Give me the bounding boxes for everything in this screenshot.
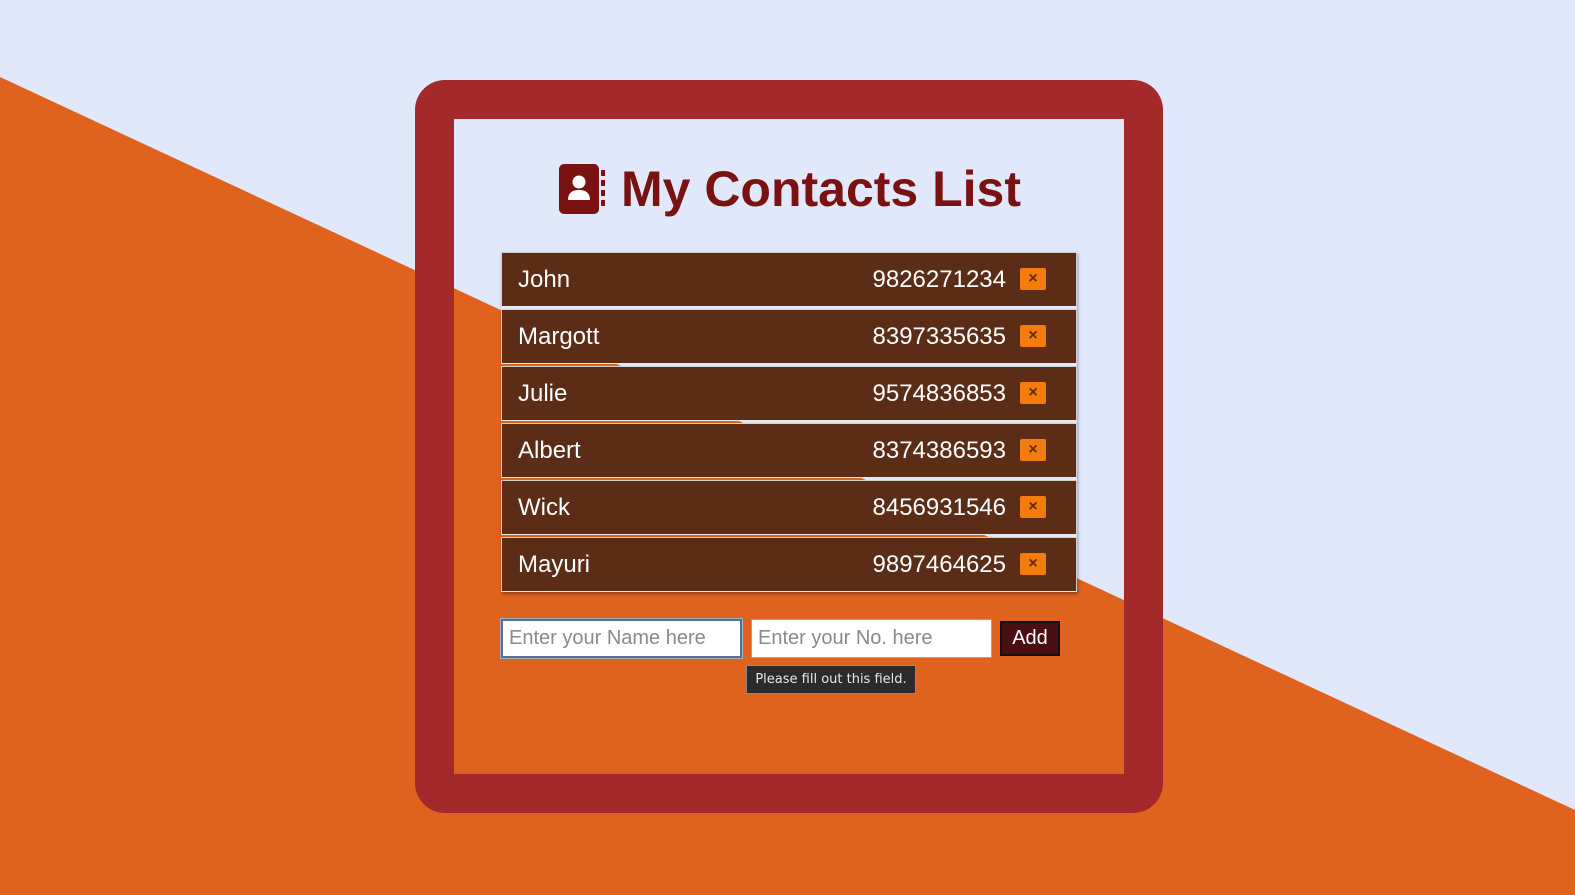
number-input[interactable] <box>751 619 992 658</box>
contact-phone: 9826271234 <box>872 266 1006 293</box>
contacts-card: My Contacts List John 9826271234 × Margo… <box>415 80 1163 813</box>
name-input[interactable] <box>500 618 743 659</box>
page-title-text: My Contacts List <box>620 161 1022 217</box>
delete-contact-button[interactable]: × <box>1020 439 1046 461</box>
contact-name: Margott <box>518 323 600 350</box>
add-contact-form: Add <box>500 618 1101 659</box>
contact-phone: 8456931546 <box>872 494 1006 521</box>
contact-name: Julie <box>518 380 568 407</box>
contact-phone: 9897464625 <box>872 551 1006 578</box>
address-book-icon <box>558 164 605 214</box>
contacts-list: John 9826271234 × Margott 8397335635 × J… <box>501 252 1077 592</box>
delete-contact-button[interactable]: × <box>1020 553 1046 575</box>
card-content: My Contacts List John 9826271234 × Margo… <box>454 119 1124 774</box>
validation-tooltip: Please fill out this field. <box>746 665 916 694</box>
contact-row: Julie 9574836853 × <box>501 366 1077 421</box>
contact-name: John <box>518 266 571 293</box>
contact-phone: 8397335635 <box>872 323 1006 350</box>
contact-phone: 9574836853 <box>872 380 1006 407</box>
contact-name: Wick <box>518 494 570 521</box>
contact-row: Albert 8374386593 × <box>501 423 1077 478</box>
contact-phone: 8374386593 <box>872 437 1006 464</box>
contact-row: John 9826271234 × <box>501 252 1077 307</box>
page-title: My Contacts List <box>454 159 1124 219</box>
add-button[interactable]: Add <box>1000 621 1060 656</box>
contact-name: Mayuri <box>518 551 591 578</box>
delete-contact-button[interactable]: × <box>1020 325 1046 347</box>
contact-name: Albert <box>518 437 581 464</box>
delete-contact-button[interactable]: × <box>1020 496 1046 518</box>
contact-row: Wick 8456931546 × <box>501 480 1077 535</box>
delete-contact-button[interactable]: × <box>1020 268 1046 290</box>
contact-row: Margott 8397335635 × <box>501 309 1077 364</box>
delete-contact-button[interactable]: × <box>1020 382 1046 404</box>
contact-row: Mayuri 9897464625 × <box>501 537 1077 592</box>
